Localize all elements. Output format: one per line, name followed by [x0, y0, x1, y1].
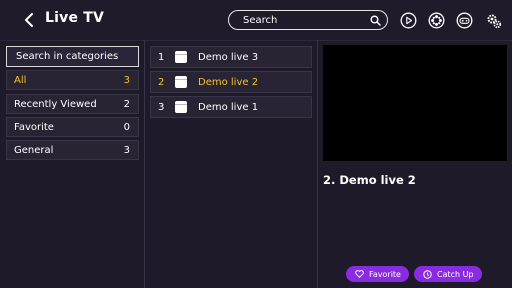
- channel-number: 1: [158, 51, 165, 63]
- top-bar: Live TV Search: [0, 0, 512, 40]
- header-divider: [0, 40, 512, 41]
- catch-up-label: Catch Up: [437, 269, 474, 279]
- category-item-general[interactable]: General 3: [6, 140, 139, 160]
- search-input[interactable]: Search: [228, 10, 388, 30]
- category-item-favorite[interactable]: Favorite 0: [6, 117, 139, 137]
- search-icon: [369, 14, 381, 26]
- channel-logo-icon: [175, 101, 187, 113]
- category-label: All: [14, 74, 27, 86]
- channel-logo-icon: [175, 76, 187, 88]
- category-label: Recently Viewed: [14, 98, 97, 110]
- settings-gear-icon: [487, 14, 501, 28]
- film-reel-icon: [428, 12, 444, 28]
- video-player[interactable]: [323, 45, 507, 161]
- settings-button[interactable]: [484, 11, 502, 29]
- play-circle-icon: [400, 12, 416, 28]
- clock-icon: [422, 269, 432, 279]
- now-playing-title: 2. Demo live 2: [323, 173, 416, 187]
- channel-logo-icon: [175, 51, 187, 63]
- category-search-button[interactable]: Search in categories: [6, 46, 139, 67]
- category-count: 0: [123, 121, 130, 133]
- channel-item[interactable]: 3 Demo live 1: [150, 96, 312, 118]
- category-count: 2: [123, 98, 130, 110]
- channel-name: Demo live 3: [198, 51, 259, 63]
- channel-number: 3: [158, 101, 165, 113]
- search-placeholder: Search: [243, 14, 278, 26]
- category-count: 3: [123, 144, 130, 156]
- channel-name: Demo live 1: [198, 101, 259, 113]
- column-divider-right: [317, 40, 318, 288]
- catch-up-button[interactable]: Catch Up: [414, 266, 482, 282]
- favorite-label: Favorite: [369, 269, 401, 279]
- channel-number: 2: [158, 76, 165, 88]
- back-button[interactable]: [20, 11, 38, 29]
- movies-button[interactable]: [427, 11, 445, 29]
- category-item-all[interactable]: All 3: [6, 70, 139, 90]
- heart-icon: [354, 269, 364, 279]
- channel-name: Demo live 2: [198, 76, 259, 88]
- play-button[interactable]: [399, 11, 417, 29]
- favorite-button[interactable]: Favorite: [346, 266, 409, 282]
- page-title: Live TV: [45, 10, 104, 26]
- category-item-recently-viewed[interactable]: Recently Viewed 2: [6, 94, 139, 114]
- category-label: General: [14, 144, 54, 156]
- channel-item[interactable]: 1 Demo live 3: [150, 46, 312, 68]
- column-divider-left: [144, 40, 145, 288]
- category-count: 3: [123, 74, 130, 86]
- gamepad-icon: [456, 12, 472, 28]
- back-icon: [25, 13, 33, 27]
- category-label: Favorite: [14, 121, 54, 133]
- games-button[interactable]: [455, 11, 473, 29]
- channel-item[interactable]: 2 Demo live 2: [150, 71, 312, 93]
